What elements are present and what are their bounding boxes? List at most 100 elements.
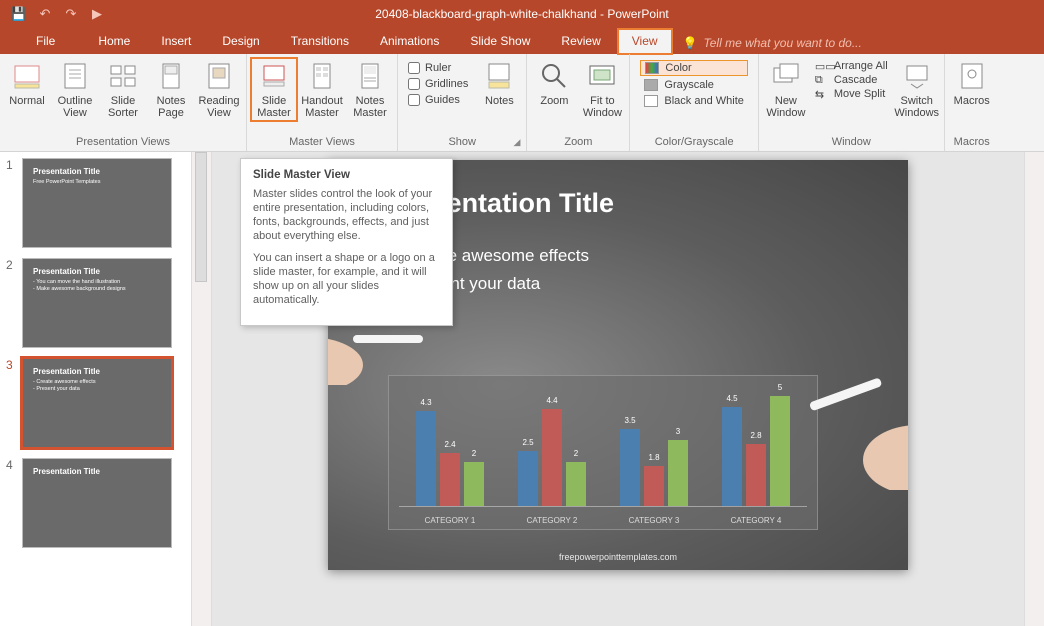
handout-master-button[interactable]: HandoutMaster	[299, 58, 345, 121]
arrange-all-button[interactable]: ▭▭ Arrange All	[815, 60, 888, 72]
save-icon[interactable]: 💾	[8, 3, 30, 25]
quick-access-toolbar: 💾 ↶ ↷ ▶	[0, 3, 108, 25]
view-icon	[59, 60, 91, 92]
tooltip-text: You can insert a shape or a logo on a sl…	[253, 251, 440, 307]
macros-label: Macros	[954, 95, 990, 107]
bar-value: 2.4	[440, 440, 460, 449]
reading-view-button[interactable]: ReadingView	[196, 58, 242, 121]
chart-bar: 5	[770, 396, 790, 506]
thumbnails-scrollbar[interactable]	[192, 152, 212, 626]
chart-category-group: 4.32.42	[416, 411, 484, 506]
outline-view-button[interactable]: OutlineView	[52, 58, 98, 121]
chart-bar: 4.4	[542, 409, 562, 506]
window-title: 20408-blackboard-graph-white-chalkhand -…	[375, 7, 669, 21]
slide-number: 2	[6, 258, 16, 348]
tooltip-title: Slide Master View	[253, 169, 440, 181]
chart-bar: 3.5	[620, 429, 640, 506]
undo-icon[interactable]: ↶	[34, 3, 56, 25]
group-show: RulerGridlinesGuides Notes Show◢	[398, 54, 527, 151]
canvas-scrollbar[interactable]	[1024, 152, 1044, 626]
black-and-white-option[interactable]: Black and White	[640, 94, 747, 108]
color-swatch-icon	[644, 79, 658, 91]
color-swatch-icon	[644, 95, 658, 107]
normal-button[interactable]: Normal	[4, 58, 50, 109]
gridlines-checkbox[interactable]: Gridlines	[408, 78, 468, 90]
tab-home[interactable]: Home	[84, 29, 144, 54]
fit-window-button[interactable]: Fit to Window	[579, 58, 625, 121]
tab-view[interactable]: View	[618, 29, 672, 54]
tab-review[interactable]: Review	[547, 29, 614, 54]
start-slideshow-icon[interactable]: ▶	[86, 3, 108, 25]
tooltip-text: Master slides control the look of your e…	[253, 187, 440, 243]
chart-category-group: 2.54.4 2	[518, 409, 586, 506]
hand-right-illustration	[788, 360, 908, 490]
bar-value: 3	[668, 427, 688, 436]
notes-label: Notes	[485, 95, 514, 107]
tab-insert[interactable]: Insert	[147, 29, 205, 54]
chart-bar: 1.8	[644, 466, 664, 506]
bar-value: 2.8	[746, 431, 766, 440]
button-label: NotesMaster	[353, 95, 387, 119]
slide-thumbnail[interactable]: 4 Presentation Title	[6, 458, 191, 548]
slide-thumbnail[interactable]: 2 Presentation Title- You can move the h…	[6, 258, 191, 348]
button-label: HandoutMaster	[301, 95, 343, 119]
tab-design[interactable]: Design	[208, 29, 273, 54]
group-master-views: SlideMaster HandoutMaster NotesMaster Ma…	[247, 54, 398, 151]
new-window-button[interactable]: New Window	[763, 58, 809, 121]
fit-window-icon	[586, 60, 618, 92]
chart-category-label: CATEGORY 3	[629, 516, 680, 525]
slide-master-tooltip: Slide Master View Master slides control …	[240, 158, 453, 326]
notes-page-button[interactable]: NotesPage	[148, 58, 194, 121]
workspace: 1 Presentation TitleFree PowerPoint Temp…	[0, 152, 1044, 626]
button-label: Move Split	[834, 88, 885, 100]
switch-windows-label: Switch Windows	[894, 95, 939, 119]
master-icon	[354, 60, 386, 92]
cascade-button[interactable]: ⧉ Cascade	[815, 74, 888, 86]
ruler-checkbox[interactable]: Ruler	[408, 62, 468, 74]
button-label: SlideSorter	[108, 95, 138, 119]
tell-me-search[interactable]: 💡Tell me what you want to do...	[675, 32, 870, 54]
color-swatch-icon	[645, 62, 659, 74]
option-label: Black and White	[664, 95, 743, 107]
bar-value: 4.4	[542, 396, 562, 405]
tab-file[interactable]: File	[22, 29, 69, 54]
lightbulb-icon: 💡	[683, 36, 698, 50]
fit-window-label: Fit to Window	[580, 95, 624, 119]
tab-slideshow[interactable]: Slide Show	[456, 29, 544, 54]
grayscale-option[interactable]: Grayscale	[640, 78, 747, 92]
zoom-label: Zoom	[540, 95, 568, 107]
move-split-button[interactable]: ⇆ Move Split	[815, 88, 888, 100]
chart-bar: 2.4	[440, 453, 460, 506]
slide-thumbnail[interactable]: 1 Presentation TitleFree PowerPoint Temp…	[6, 158, 191, 248]
group-label: Macros	[949, 136, 995, 149]
macros-button[interactable]: Macros	[949, 58, 995, 109]
chart-bar: 2	[464, 462, 484, 506]
button-label: OutlineView	[58, 95, 93, 119]
notes-button[interactable]: Notes	[476, 58, 522, 109]
group-label: Master Views	[251, 136, 393, 149]
bar-value: 2	[566, 449, 586, 458]
slide-sorter-button[interactable]: SlideSorter	[100, 58, 146, 121]
zoom-button[interactable]: Zoom	[531, 58, 577, 109]
color-option[interactable]: Color	[640, 60, 747, 76]
chart-bar: 4.3	[416, 411, 436, 506]
switch-windows-button[interactable]: Switch Windows	[894, 58, 940, 121]
slide-thumbnail[interactable]: 3 Presentation Title- Create awesome eff…	[6, 358, 191, 448]
group-color-grayscale: Color Grayscale Black and White Color/Gr…	[630, 54, 758, 151]
thumbnail-preview: Presentation Title- You can move the han…	[22, 258, 172, 348]
bar-value: 2	[464, 449, 484, 458]
view-icon	[107, 60, 139, 92]
guides-checkbox[interactable]: Guides	[408, 94, 468, 106]
bar-value: 5	[770, 383, 790, 392]
slide-chart: 4.32.422.54.423.51.834.52.85 CATEGORY 1C…	[388, 375, 818, 530]
chart-bar: 2.5	[518, 451, 538, 506]
notes-master-button[interactable]: NotesMaster	[347, 58, 393, 121]
dialog-launcher-icon[interactable]: ◢	[513, 137, 520, 148]
group-macros: Macros Macros	[945, 54, 999, 151]
slide-master-button[interactable]: SlideMaster	[251, 58, 297, 121]
tab-animations[interactable]: Animations	[366, 29, 453, 54]
view-icon	[203, 60, 235, 92]
checkbox-label: Guides	[425, 94, 460, 106]
tab-transitions[interactable]: Transitions	[277, 29, 363, 54]
redo-icon[interactable]: ↷	[60, 3, 82, 25]
